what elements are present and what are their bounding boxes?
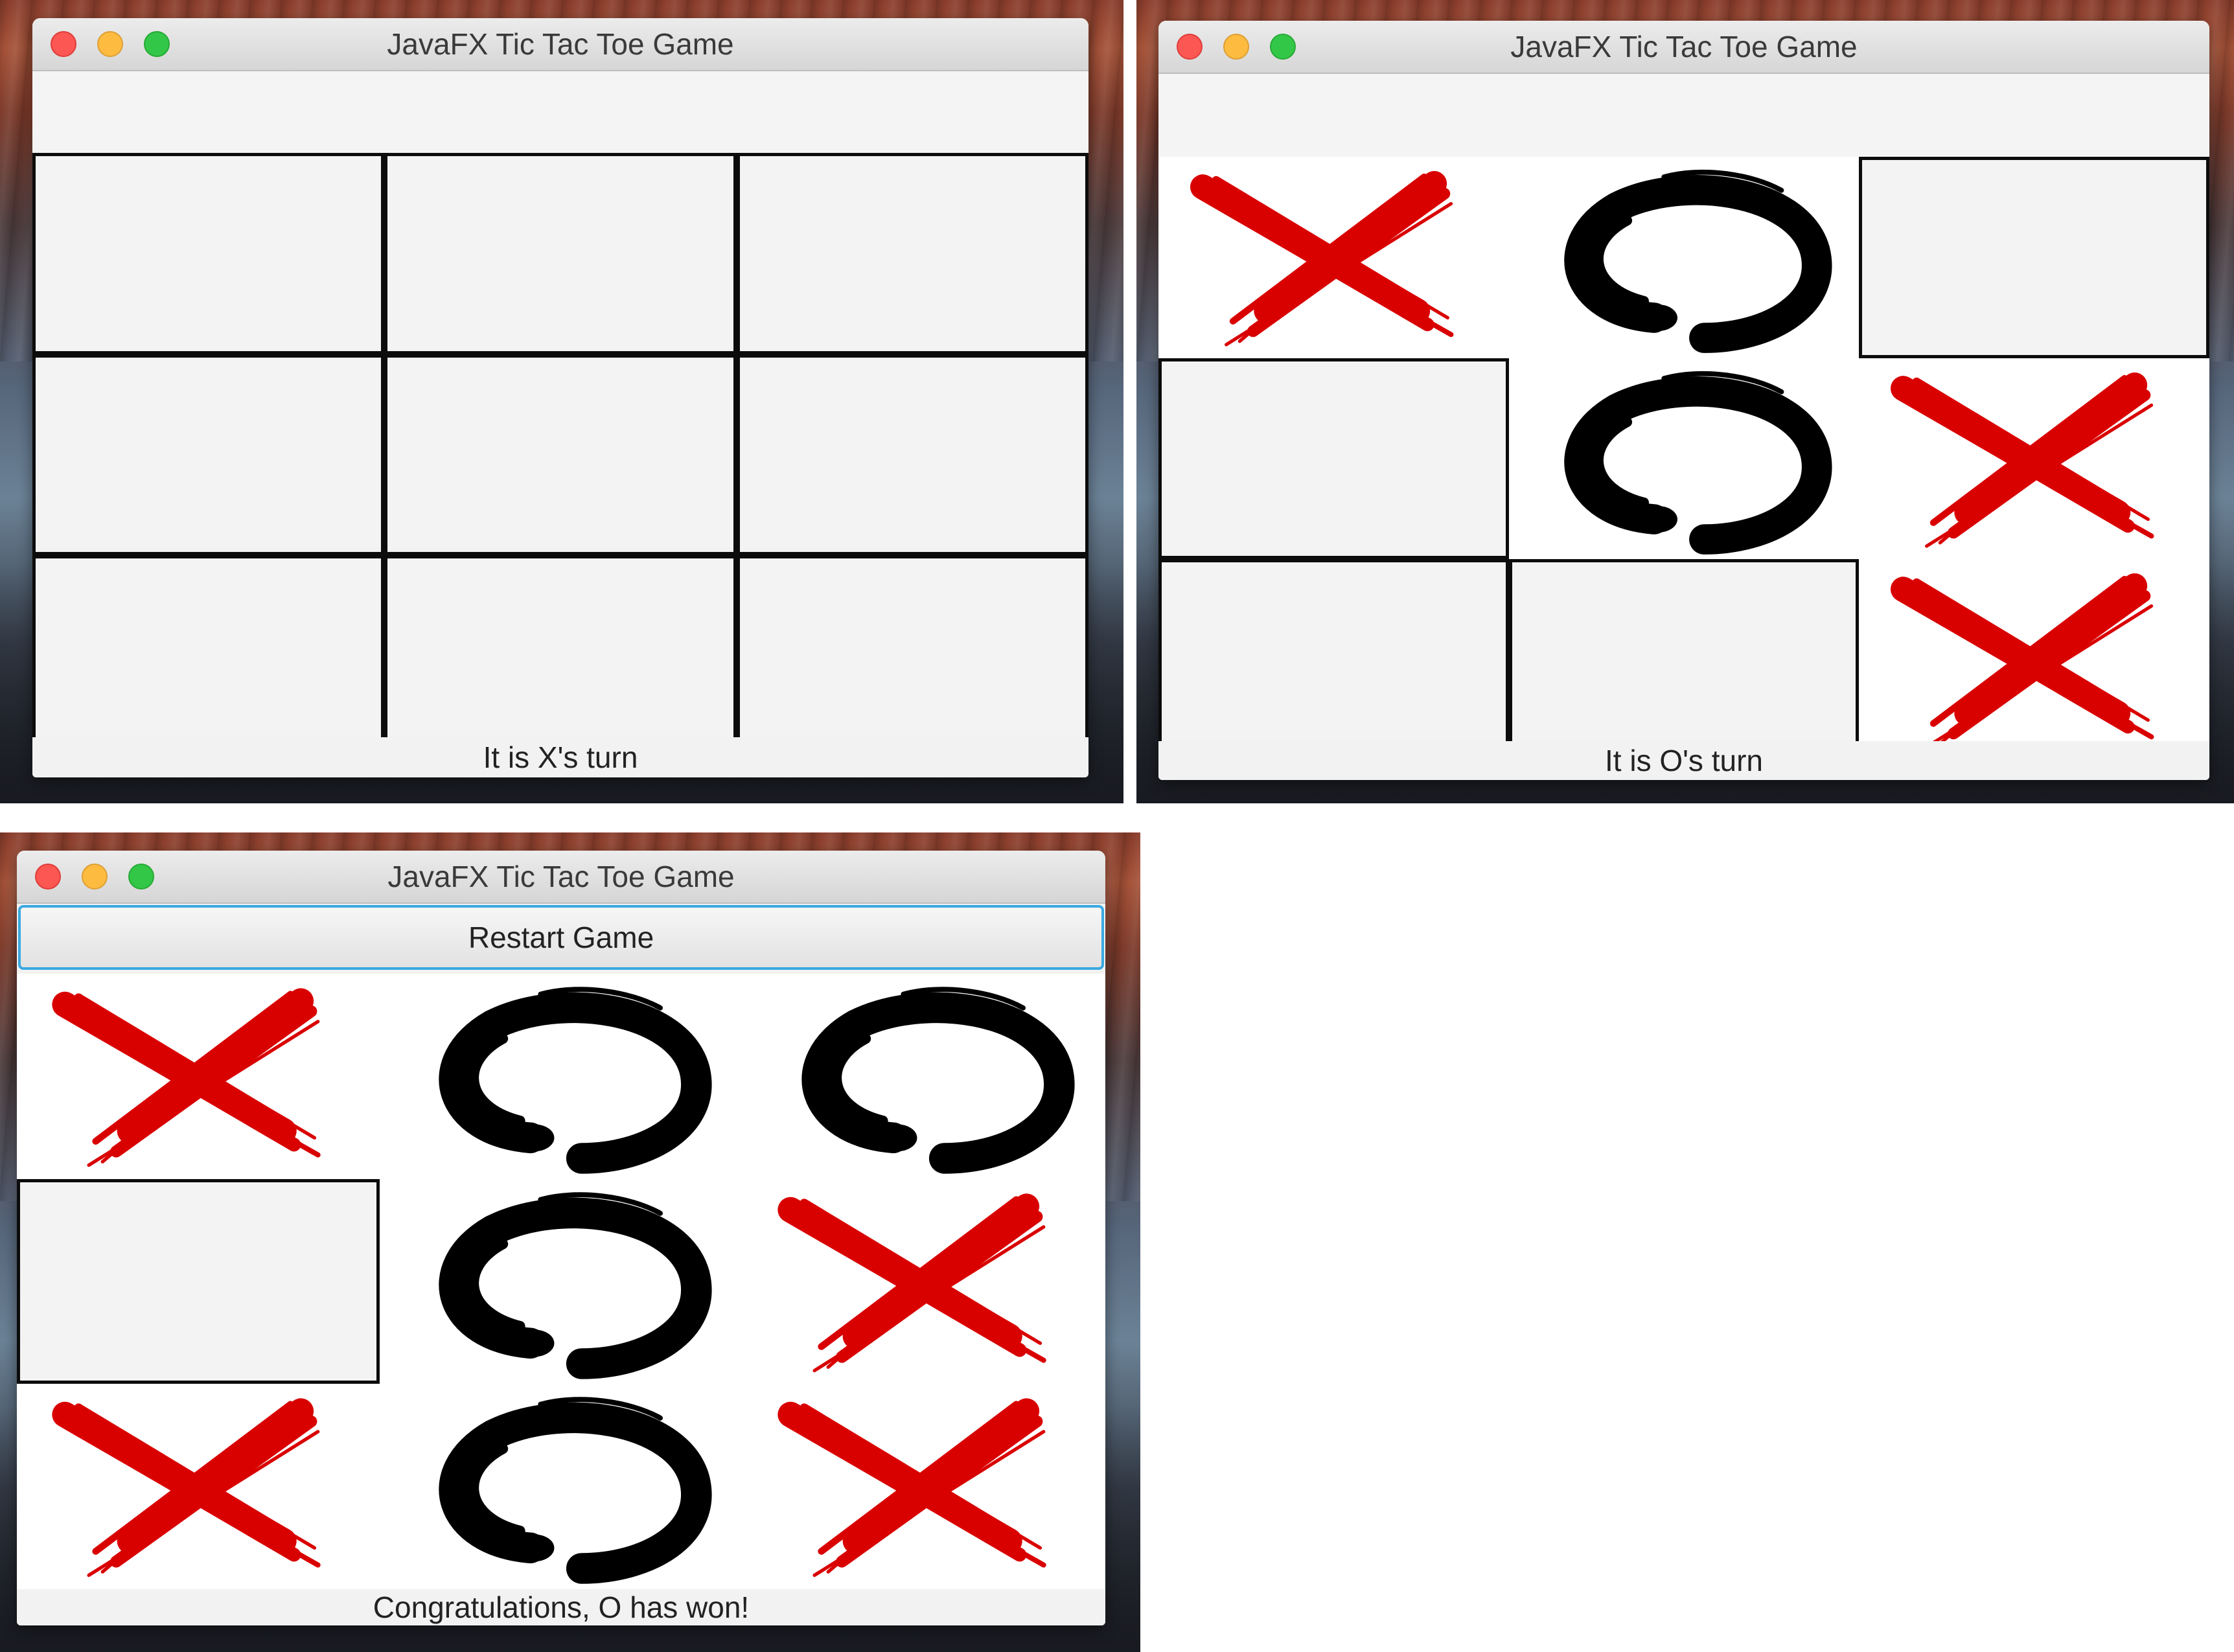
- board-cell-2-0[interactable]: [32, 555, 385, 757]
- game-board: [32, 153, 1088, 757]
- brush-x-icon: [52, 988, 321, 1167]
- board-cell-1-2[interactable]: [1859, 358, 2209, 560]
- board-cell-0-1[interactable]: [384, 153, 737, 354]
- board-cell-1-2[interactable]: [736, 354, 1088, 556]
- brush-o-icon: [801, 987, 1075, 1174]
- brush-x-icon: [777, 1193, 1046, 1372]
- status-label: It is X's turn: [32, 737, 1088, 777]
- brush-o-icon: [439, 1192, 712, 1379]
- window-title: JavaFX Tic Tac Toe Game: [387, 27, 734, 61]
- status-label: It is O's turn: [1158, 741, 2209, 780]
- status-label: Congratulations, O has won!: [17, 1589, 1105, 1625]
- board-cell-2-2[interactable]: [743, 1384, 1105, 1589]
- game-board: [17, 974, 1105, 1589]
- top-bar: [1158, 74, 2209, 157]
- game-board: [1158, 157, 2209, 761]
- board-cell-2-1[interactable]: [1508, 559, 1860, 761]
- board-cell-2-1[interactable]: [380, 1384, 743, 1589]
- board-cell-1-1[interactable]: [380, 1178, 743, 1384]
- board-cell-0-0[interactable]: [1158, 157, 1509, 358]
- board-cell-0-2[interactable]: [736, 153, 1088, 354]
- board-cell-0-1[interactable]: [380, 974, 743, 1179]
- brush-o-icon: [1564, 169, 1832, 353]
- board-cell-2-2[interactable]: [736, 555, 1088, 757]
- title-bar[interactable]: JavaFX Tic Tac Toe Game: [1158, 21, 2209, 74]
- top-bar: [32, 71, 1088, 153]
- board-cell-1-2[interactable]: [743, 1178, 1105, 1384]
- board-cell-1-0[interactable]: [17, 1178, 380, 1384]
- board-cell-0-2[interactable]: [1859, 157, 2209, 358]
- board-cell-2-1[interactable]: [384, 555, 737, 757]
- window-title: JavaFX Tic Tac Toe Game: [387, 860, 735, 893]
- brush-x-icon: [1891, 573, 2154, 749]
- board-cell-1-1[interactable]: [384, 354, 737, 556]
- window-title: JavaFX Tic Tac Toe Game: [1510, 30, 1858, 63]
- game-window: JavaFX Tic Tac Toe Game It is X's turn: [32, 18, 1088, 777]
- board-cell-1-0[interactable]: [1158, 358, 1509, 560]
- board-cell-0-0[interactable]: [32, 153, 385, 354]
- brush-o-icon: [439, 1397, 712, 1585]
- board-cell-0-1[interactable]: [1508, 157, 1860, 358]
- board-cell-0-2[interactable]: [743, 974, 1105, 1179]
- brush-o-icon: [439, 987, 712, 1174]
- board-cell-2-0[interactable]: [1158, 559, 1509, 761]
- brush-x-icon: [1891, 372, 2154, 548]
- game-window: JavaFX Tic Tac Toe Game Restart Game Con…: [17, 851, 1105, 1625]
- brush-x-icon: [52, 1398, 321, 1577]
- board-cell-2-2[interactable]: [1859, 559, 2209, 761]
- game-window: JavaFX Tic Tac Toe Game It is O's turn: [1158, 21, 2209, 780]
- brush-x-icon: [1190, 171, 1454, 347]
- title-bar[interactable]: JavaFX Tic Tac Toe Game: [17, 851, 1105, 904]
- board-cell-2-0[interactable]: [17, 1384, 380, 1589]
- brush-o-icon: [1564, 371, 1832, 555]
- title-bar[interactable]: JavaFX Tic Tac Toe Game: [32, 18, 1088, 71]
- board-cell-1-0[interactable]: [32, 354, 385, 556]
- restart-game-button[interactable]: Restart Game: [18, 905, 1104, 970]
- brush-x-icon: [777, 1398, 1046, 1577]
- board-cell-1-1[interactable]: [1508, 358, 1860, 560]
- board-cell-0-0[interactable]: [17, 974, 380, 1179]
